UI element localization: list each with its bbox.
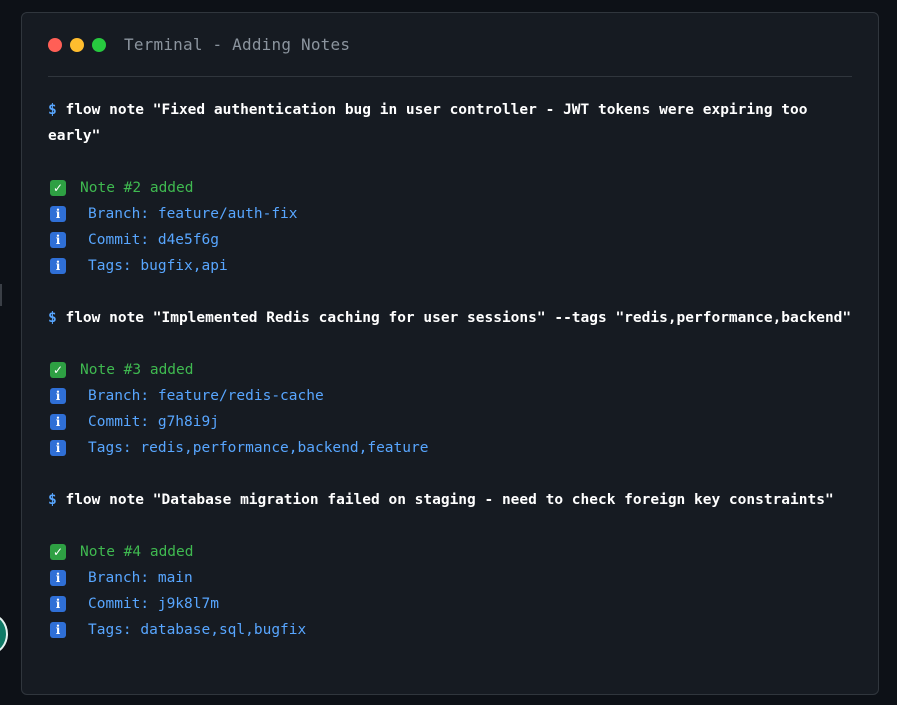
command-text: flow note "Database migration failed on …: [65, 492, 834, 508]
info-icon: i: [50, 232, 66, 248]
commit-text: Commit: j9k8l7m: [88, 596, 219, 612]
commit-line: i Commit: g7h8i9j: [48, 409, 852, 435]
info-icon: i: [50, 414, 66, 430]
terminal-window: Terminal - Adding Notes $ flow note "Fix…: [21, 12, 879, 695]
note-added-line: ✓ Note #3 added: [48, 357, 852, 383]
window-title: Terminal - Adding Notes: [124, 35, 351, 54]
command-line: $ flow note "Fixed authentication bug in…: [48, 97, 852, 149]
tags-line: i Tags: bugfix,api: [48, 253, 852, 279]
note-added-line: ✓ Note #2 added: [48, 175, 852, 201]
note-added-line: ✓ Note #4 added: [48, 539, 852, 565]
check-icon: ✓: [50, 362, 66, 378]
branch-text: Branch: feature/redis-cache: [88, 388, 324, 404]
check-icon: ✓: [50, 180, 66, 196]
info-icon: i: [50, 258, 66, 274]
floating-assistant-badge[interactable]: [0, 614, 8, 654]
info-icon: i: [50, 596, 66, 612]
command-text: flow note "Implemented Redis caching for…: [65, 310, 852, 326]
left-edge-handle[interactable]: [0, 284, 2, 306]
info-icon: i: [50, 206, 66, 222]
terminal-output[interactable]: $ flow note "Fixed authentication bug in…: [48, 77, 852, 643]
branch-text: Branch: main: [88, 570, 193, 586]
tags-text: Tags: bugfix,api: [88, 258, 228, 274]
prompt-symbol: $: [48, 310, 57, 326]
minimize-window-dot[interactable]: [70, 37, 84, 52]
branch-line: i Branch: feature/redis-cache: [48, 383, 852, 409]
note-added-text: Note #2 added: [80, 180, 194, 196]
maximize-window-dot[interactable]: [92, 37, 106, 52]
prompt-symbol: $: [48, 492, 57, 508]
branch-line: i Branch: feature/auth-fix: [48, 201, 852, 227]
info-icon: i: [50, 570, 66, 586]
command-line: $ flow note "Implemented Redis caching f…: [48, 305, 852, 331]
info-icon: i: [50, 440, 66, 456]
terminal-title-bar: Terminal - Adding Notes: [48, 13, 852, 77]
tags-line: i Tags: database,sql,bugfix: [48, 617, 852, 643]
commit-line: i Commit: j9k8l7m: [48, 591, 852, 617]
commit-line: i Commit: d4e5f6g: [48, 227, 852, 253]
commit-text: Commit: g7h8i9j: [88, 414, 219, 430]
commit-text: Commit: d4e5f6g: [88, 232, 219, 248]
command-text: flow note "Fixed authentication bug in u…: [48, 102, 817, 144]
tags-line: i Tags: redis,performance,backend,feature: [48, 435, 852, 461]
check-icon: ✓: [50, 544, 66, 560]
info-icon: i: [50, 388, 66, 404]
note-added-text: Note #3 added: [80, 362, 194, 378]
prompt-symbol: $: [48, 102, 57, 118]
info-icon: i: [50, 622, 66, 638]
close-window-dot[interactable]: [48, 37, 62, 52]
note-added-text: Note #4 added: [80, 544, 194, 560]
tags-text: Tags: database,sql,bugfix: [88, 622, 307, 638]
branch-line: i Branch: main: [48, 565, 852, 591]
tags-text: Tags: redis,performance,backend,feature: [88, 440, 429, 456]
branch-text: Branch: feature/auth-fix: [88, 206, 298, 222]
command-line: $ flow note "Database migration failed o…: [48, 487, 852, 513]
